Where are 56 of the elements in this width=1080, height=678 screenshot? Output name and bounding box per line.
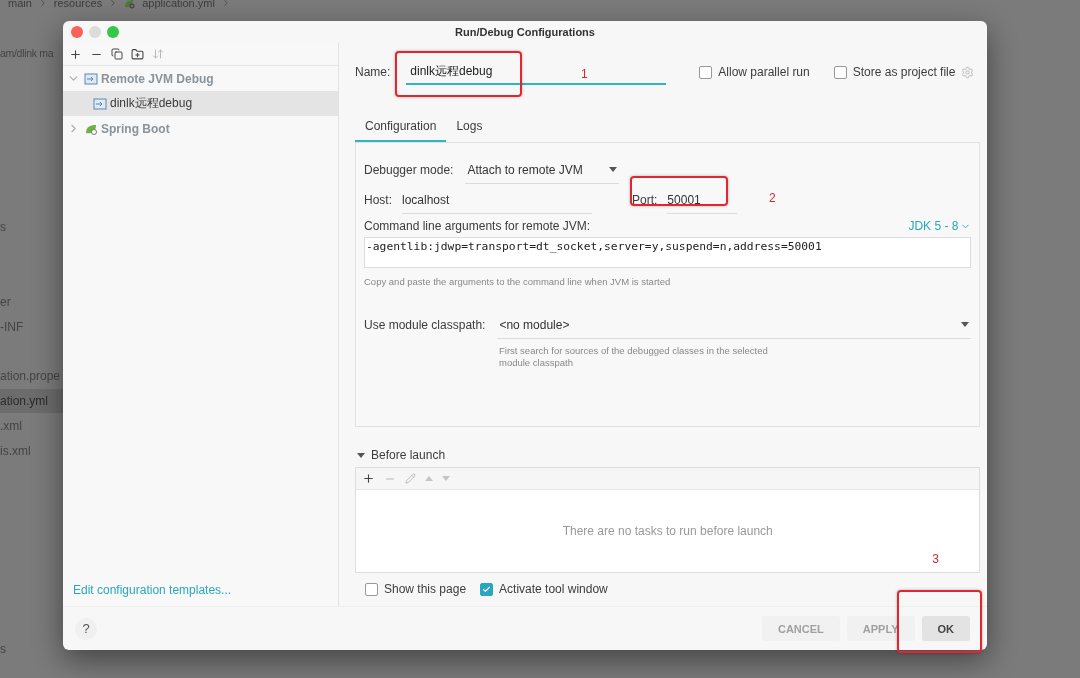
move-down-icon[interactable]	[442, 476, 450, 481]
folder-plus-icon[interactable]	[131, 47, 144, 61]
before-launch-toggle[interactable]: Before launch	[355, 447, 981, 463]
command-line-field[interactable]: -agentlib:jdwp=transport=dt_socket,server=y,suspend=n,address=50001	[364, 237, 972, 268]
annotation-number: 3	[932, 552, 939, 566]
annotation-number: 2	[769, 191, 776, 205]
checkbox[interactable]: Show this page	[365, 582, 467, 596]
empty-text: There are no tasks to run before launch	[562, 524, 773, 538]
checkmark-icon	[482, 584, 492, 594]
jdk-selector[interactable]: JDK 5 - 8	[908, 219, 972, 233]
hint-text: First search for sources of the debugged classes in the selected module classpath	[499, 345, 769, 369]
tree-item[interactable]: Remote JVM Debug	[63, 66, 338, 91]
dropdown-arrow-icon	[961, 322, 970, 327]
breadcrumb-item[interactable]: application.yml	[142, 0, 215, 9]
window-title: Run/Debug Configurations	[455, 26, 595, 38]
pencil-icon[interactable]	[405, 473, 416, 484]
checkbox[interactable]: Allow parallel run	[699, 65, 810, 79]
tab[interactable]: Logs	[446, 112, 493, 142]
leaf-icon	[84, 122, 98, 135]
sort-icon[interactable]	[152, 48, 164, 60]
checkbox[interactable]: Store as project file	[833, 65, 956, 79]
breadcrumb-item[interactable]: main	[8, 0, 32, 9]
plus-icon[interactable]	[362, 472, 375, 485]
help-button[interactable]: ?	[75, 617, 97, 640]
port-field[interactable]: 50001	[667, 186, 738, 214]
minimize-button[interactable]	[89, 26, 101, 38]
hint-text: Copy and paste the arguments to the command line when JVM is started	[364, 276, 672, 288]
field-label: Use module classpath:	[364, 318, 486, 332]
checkbox[interactable]: Activate tool window	[480, 582, 608, 596]
breadcrumb-item[interactable]: resources	[53, 0, 103, 9]
zoom-button[interactable]	[107, 26, 119, 38]
plus-icon[interactable]	[69, 47, 82, 61]
module-dropdown[interactable]: <no module>	[497, 311, 972, 339]
close-button[interactable]	[71, 26, 83, 38]
host-field[interactable]: localhost	[402, 186, 592, 214]
field-label: Command line arguments for remote JVM:	[364, 219, 591, 233]
name-label: Name:	[355, 65, 391, 79]
remote-debug-icon	[93, 97, 107, 110]
dialog-button[interactable]: CANCEL	[762, 616, 840, 641]
field-label: Port:	[632, 193, 658, 207]
field-label: Debugger mode:	[364, 163, 454, 177]
move-up-icon[interactable]	[425, 476, 433, 481]
field-label: Host:	[364, 193, 392, 207]
file-item[interactable]: ation.yml	[0, 389, 63, 413]
tree-item[interactable]: dinlk远程debug	[63, 91, 338, 116]
copy-icon[interactable]	[111, 48, 123, 60]
remote-debug-icon	[84, 72, 98, 85]
debugger-mode-dropdown[interactable]: Attach to remote JVM	[465, 156, 620, 184]
dialog-button[interactable]: OK	[921, 616, 970, 641]
edit-templates-link[interactable]: Edit configuration templates...	[73, 583, 232, 597]
dropdown-arrow-icon	[609, 167, 618, 172]
tree-item[interactable]: Spring Boot	[63, 116, 338, 141]
dialog-button[interactable]: APPLY	[846, 616, 915, 641]
annotation-number: 1	[581, 67, 588, 81]
file-item[interactable]: ation.prope	[0, 364, 63, 388]
settings-icon[interactable]	[961, 65, 975, 79]
